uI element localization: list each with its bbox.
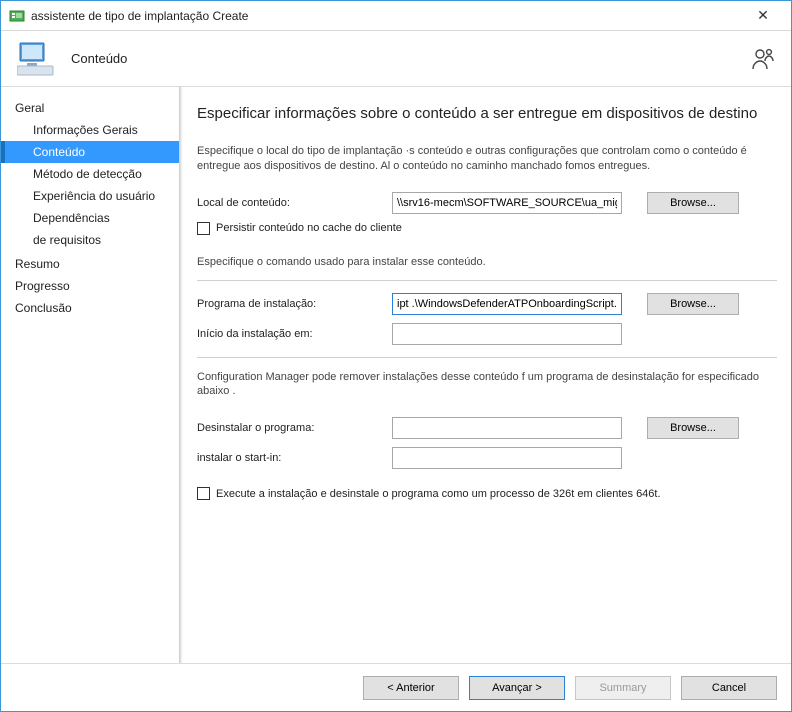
label-install-program: Programa de instalação: xyxy=(197,298,392,310)
instruction-text-3: Configuration Manager pode remover insta… xyxy=(197,370,777,400)
row-install-start-in: Início da instalação em: xyxy=(197,323,777,345)
row-uninstall-program: Desinstalar o programa: Browse... xyxy=(197,417,777,439)
row-run-32bit: Execute a instalação e desinstale o prog… xyxy=(197,487,777,500)
wizard-step-title: Conteúdo xyxy=(71,51,751,66)
sidebar-item-progresso[interactable]: Progresso xyxy=(1,275,179,297)
browse-install-program-button[interactable]: Browse... xyxy=(647,293,739,315)
row-install-program: Programa de instalação: Browse... xyxy=(197,293,777,315)
close-icon[interactable]: ✕ xyxy=(743,7,783,24)
instruction-text-1: Especifique o local do tipo de implantaç… xyxy=(197,144,777,174)
titlebar: assistente de tipo de implantação Create… xyxy=(1,1,791,31)
page-heading: Especificar informações sobre o conteúdo… xyxy=(197,105,777,122)
sidebar-item-informacoes-gerais[interactable]: Informações Gerais xyxy=(1,119,179,141)
label-install-start-in: Início da instalação em: xyxy=(197,328,392,340)
label-run-32bit: Execute a instalação e desinstale o prog… xyxy=(216,488,661,500)
input-uninstall-program[interactable] xyxy=(392,417,622,439)
sidebar-item-dependencias[interactable]: Dependências xyxy=(1,207,179,229)
browse-content-location-button[interactable]: Browse... xyxy=(647,192,739,214)
previous-button[interactable]: < Anterior xyxy=(363,676,459,700)
window-title: assistente de tipo de implantação Create xyxy=(31,9,743,23)
sidebar-item-experiencia-usuario[interactable]: Experiência do usuário xyxy=(1,185,179,207)
computer-icon xyxy=(17,41,57,77)
summary-button: Summary xyxy=(575,676,671,700)
sidebar-item-requisitos[interactable]: de requisitos xyxy=(1,229,179,251)
sidebar-section-geral[interactable]: Geral xyxy=(1,97,179,119)
row-content-location: Local de conteúdo: Browse... xyxy=(197,192,777,214)
cancel-button[interactable]: Cancel xyxy=(681,676,777,700)
checkbox-persist-cache[interactable] xyxy=(197,222,210,235)
label-content-location: Local de conteúdo: xyxy=(197,197,392,209)
input-install-program[interactable] xyxy=(392,293,622,315)
input-content-location[interactable] xyxy=(392,192,622,214)
next-button[interactable]: Avançar > xyxy=(469,676,565,700)
instruction-text-2: Especifique o comando usado para instala… xyxy=(197,255,777,270)
label-persist-cache: Persistir conteúdo no cache do cliente xyxy=(216,222,402,234)
sidebar-item-conteudo[interactable]: Conteúdo xyxy=(1,141,179,163)
help-person-icon[interactable] xyxy=(751,47,775,71)
sidebar-item-metodo-deteccao[interactable]: Método de detecção xyxy=(1,163,179,185)
input-uninstall-start-in[interactable] xyxy=(392,447,622,469)
browse-uninstall-program-button[interactable]: Browse... xyxy=(647,417,739,439)
wizard-footer: < Anterior Avançar > Summary Cancel xyxy=(1,663,791,711)
wizard-header: Conteúdo xyxy=(1,31,791,87)
label-uninstall-program: Desinstalar o programa: xyxy=(197,422,392,434)
wizard-body: Geral Informações Gerais Conteúdo Método… xyxy=(1,87,791,663)
wizard-main-panel: Especificar informações sobre o conteúdo… xyxy=(183,87,791,663)
checkbox-run-32bit[interactable] xyxy=(197,487,210,500)
input-install-start-in[interactable] xyxy=(392,323,622,345)
window-app-icon xyxy=(9,8,25,24)
wizard-sidebar: Geral Informações Gerais Conteúdo Método… xyxy=(1,87,179,663)
row-persist-cache: Persistir conteúdo no cache do cliente xyxy=(197,222,777,235)
sidebar-item-resumo[interactable]: Resumo xyxy=(1,253,179,275)
separator-2 xyxy=(197,357,777,358)
label-uninstall-start-in: instalar o start-in: xyxy=(197,452,392,464)
row-uninstall-start-in: instalar o start-in: xyxy=(197,447,777,469)
separator-1 xyxy=(197,280,777,281)
sidebar-item-conclusao[interactable]: Conclusão xyxy=(1,297,179,319)
